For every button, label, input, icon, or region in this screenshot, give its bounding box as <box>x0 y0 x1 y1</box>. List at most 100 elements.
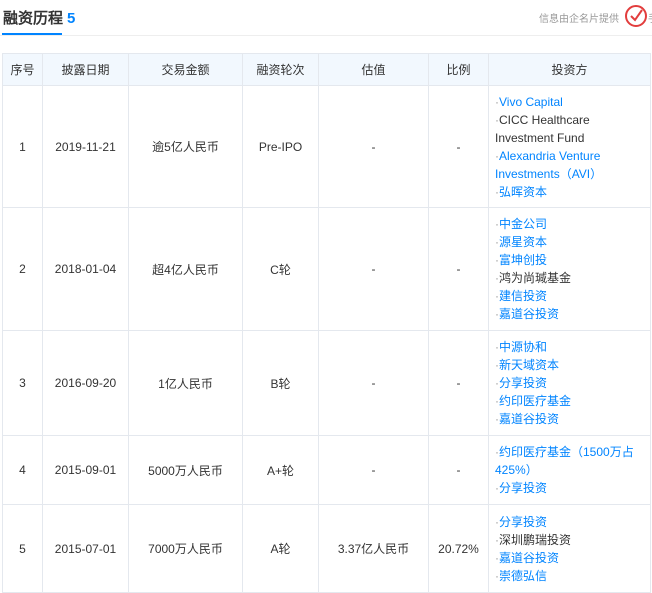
column-no-cell: 2 <box>2 207 43 331</box>
investor-link[interactable]: ·分享投资 <box>495 479 646 497</box>
column-ratio-cell: 20.72% <box>428 504 489 593</box>
round-count-badge: 5 <box>67 10 76 27</box>
column-amount-cell: 7000万人民币 <box>128 504 243 593</box>
investors-cell: ·中金公司 ·源星资本 ·富坤创投 ·鸿为尚瑊基金 ·建信投资 ·嘉道谷投资 <box>488 207 651 331</box>
investor-name: ·鸿为尚瑊基金 <box>495 269 646 287</box>
column-amount-cell: 超4亿人民币 <box>128 207 243 331</box>
table-body: 1 2019-11-21 逾5亿人民币 Pre-IPO - - ·Vivo Capital ·… <box>2 85 651 593</box>
column-valuation-cell: 3.37亿人民币 <box>318 504 429 593</box>
column-round-cell: B轮 <box>242 330 319 436</box>
column-ratio-cell: - <box>428 85 489 208</box>
table-row: 1 2019-11-21 逾5亿人民币 Pre-IPO - - ·Vivo Capital ·… <box>2 85 651 208</box>
investor-label: CICC Healthcare Investment Fund <box>495 112 590 145</box>
investor-link[interactable]: ·嘉道谷投资 <box>495 410 646 428</box>
column-no-cell: 4 <box>2 435 43 505</box>
column-date-cell: 2015-09-01 <box>42 435 129 505</box>
investor-link[interactable]: ·分享投资 <box>495 513 646 531</box>
column-round-cell: Pre-IPO <box>242 85 319 208</box>
column-no-cell: 1 <box>2 85 43 208</box>
investors-cell: ·中源协和 ·新天域资本 ·分享投资 ·约印医疗基金 ·嘉道谷投资 <box>488 330 651 436</box>
investor-label: 弘晖资本 <box>499 184 548 199</box>
source-note: 信息由企名片提供 <box>539 14 619 25</box>
column-date-header: 披露日期 <box>42 53 129 86</box>
column-amount-cell: 5000万人民币 <box>128 435 243 505</box>
investor-label: 富坤创投 <box>499 253 548 267</box>
investor-label: 嘉道谷投资 <box>499 307 560 321</box>
column-no-header: 序号 <box>2 53 43 86</box>
column-round-header: 融资轮次 <box>242 53 319 86</box>
investor-link[interactable]: ·源星资本 <box>495 233 646 251</box>
investor-label: 分享投资 <box>499 481 548 495</box>
investor-label: 分享投资 <box>499 376 548 390</box>
investors-cell: ·分享投资 ·深圳鹏瑞投资 ·嘉道谷投资 ·崇德弘信 <box>488 504 651 593</box>
investor-link[interactable]: ·中源协和 <box>495 338 646 356</box>
column-date-cell: 2019-11-21 <box>42 85 129 208</box>
investor-link[interactable]: ·崇德弘信 <box>495 567 646 585</box>
column-no-cell: 3 <box>2 330 43 436</box>
investors-cell: ·Vivo Capital ·CICC Healthcare Investment… <box>488 85 651 208</box>
table-row: 2 2018-01-04 超4亿人民币 C轮 - - ·中金公司 ·源星资本 ·富坤创投 ·鸿为尚… <box>2 207 651 331</box>
column-amount-cell: 逾5亿人民币 <box>128 85 243 208</box>
column-no-cell: 5 <box>2 504 43 593</box>
column-valuation-cell: - <box>318 435 429 505</box>
investor-link[interactable]: ·富坤创投 <box>495 251 646 269</box>
column-ratio-header: 比例 <box>428 53 489 86</box>
column-round-cell: A+轮 <box>242 435 319 505</box>
investor-link[interactable]: ·分享投资 <box>495 374 646 392</box>
investor-link[interactable]: ·Vivo Capital <box>495 93 646 111</box>
investor-label: 嘉道谷投资 <box>499 412 560 426</box>
investor-link[interactable]: ·约印医疗基金 <box>495 392 646 410</box>
investor-label: 分享投资 <box>499 514 548 529</box>
column-amount-header: 交易金额 <box>128 53 243 86</box>
investor-name: ·深圳鹏瑞投资 <box>495 531 646 549</box>
investor-link[interactable]: ·建信投资 <box>495 287 646 305</box>
column-ratio-cell: - <box>428 207 489 331</box>
investor-label: 约印医疗基金 <box>499 394 572 408</box>
column-date-cell: 2018-01-04 <box>42 207 129 331</box>
financing-table: 序号 披露日期 交易金额 融资轮次 估值 比例 投资方 1 2019-11-21 逾5亿人民币 P… <box>2 53 651 593</box>
table-row: 5 2015-07-01 7000万人民币 A轮 3.37亿人民币 20.72% ·分享投资… <box>2 504 651 593</box>
section-title-text: 融资历程 <box>3 10 64 27</box>
column-round-cell: C轮 <box>242 207 319 331</box>
header-divider <box>0 35 652 36</box>
column-valuation-header: 估值 <box>318 53 429 86</box>
column-investors-header: 投资方 <box>488 53 651 86</box>
investor-link[interactable]: ·嘉道谷投资 <box>495 549 646 567</box>
column-valuation-cell: - <box>318 85 429 208</box>
investor-name: ·CICC Healthcare Investment Fund <box>495 111 646 147</box>
investor-label: 嘉道谷投资 <box>499 550 560 565</box>
column-date-cell: 2016-09-20 <box>42 330 129 436</box>
investor-label: 新天域资本 <box>499 358 560 372</box>
investor-link[interactable]: ·约印医疗基金（1500万占425%） <box>495 443 646 479</box>
investors-cell: ·约印医疗基金（1500万占425%） ·分享投资 <box>488 435 651 505</box>
column-valuation-cell: - <box>318 207 429 331</box>
column-ratio-cell: - <box>428 330 489 436</box>
investor-label: Alexandria Venture Investments（AVI） <box>495 148 603 181</box>
investor-label: 崇德弘信 <box>499 568 548 583</box>
table-row: 3 2016-09-20 1亿人民币 B轮 - - ·中源协和 ·新天域资本 ·分享投资 ·约印医… <box>2 330 651 436</box>
source-note-tail: 手 <box>648 10 652 25</box>
column-valuation-cell: - <box>318 330 429 436</box>
table-header: 序号 披露日期 交易金额 融资轮次 估值 比例 投资方 <box>2 53 651 86</box>
investor-label: 鸿为尚瑊基金 <box>499 271 572 285</box>
section-title: 融资历程 5 <box>3 7 75 28</box>
investor-link[interactable]: ·弘晖资本 <box>495 183 646 201</box>
investor-label: 建信投资 <box>499 289 548 303</box>
table-header-row: 序号 披露日期 交易金额 融资轮次 估值 比例 投资方 <box>2 53 651 86</box>
investor-link[interactable]: ·新天域资本 <box>495 356 646 374</box>
investor-link[interactable]: ·Alexandria Venture Investments（AVI） <box>495 147 646 183</box>
column-amount-cell: 1亿人民币 <box>128 330 243 436</box>
investor-label: 深圳鹏瑞投资 <box>499 532 572 547</box>
column-round-cell: A轮 <box>242 504 319 593</box>
investor-link[interactable]: ·嘉道谷投资 <box>495 305 646 323</box>
investor-label: 中金公司 <box>499 217 548 231</box>
investor-label: Vivo Capital <box>499 94 563 109</box>
check-seal-icon <box>625 5 647 27</box>
investor-label: 约印医疗基金（1500万占425%） <box>495 445 634 477</box>
column-ratio-cell: - <box>428 435 489 505</box>
table-row: 4 2015-09-01 5000万人民币 A+轮 - - ·约印医疗基金（1500万占42… <box>2 435 651 505</box>
investor-label: 中源协和 <box>499 340 548 354</box>
investor-label: 源星资本 <box>499 235 548 249</box>
section-header: 融资历程5 信息由企名片提供 手 <box>0 0 652 36</box>
investor-link[interactable]: ·中金公司 <box>495 215 646 233</box>
